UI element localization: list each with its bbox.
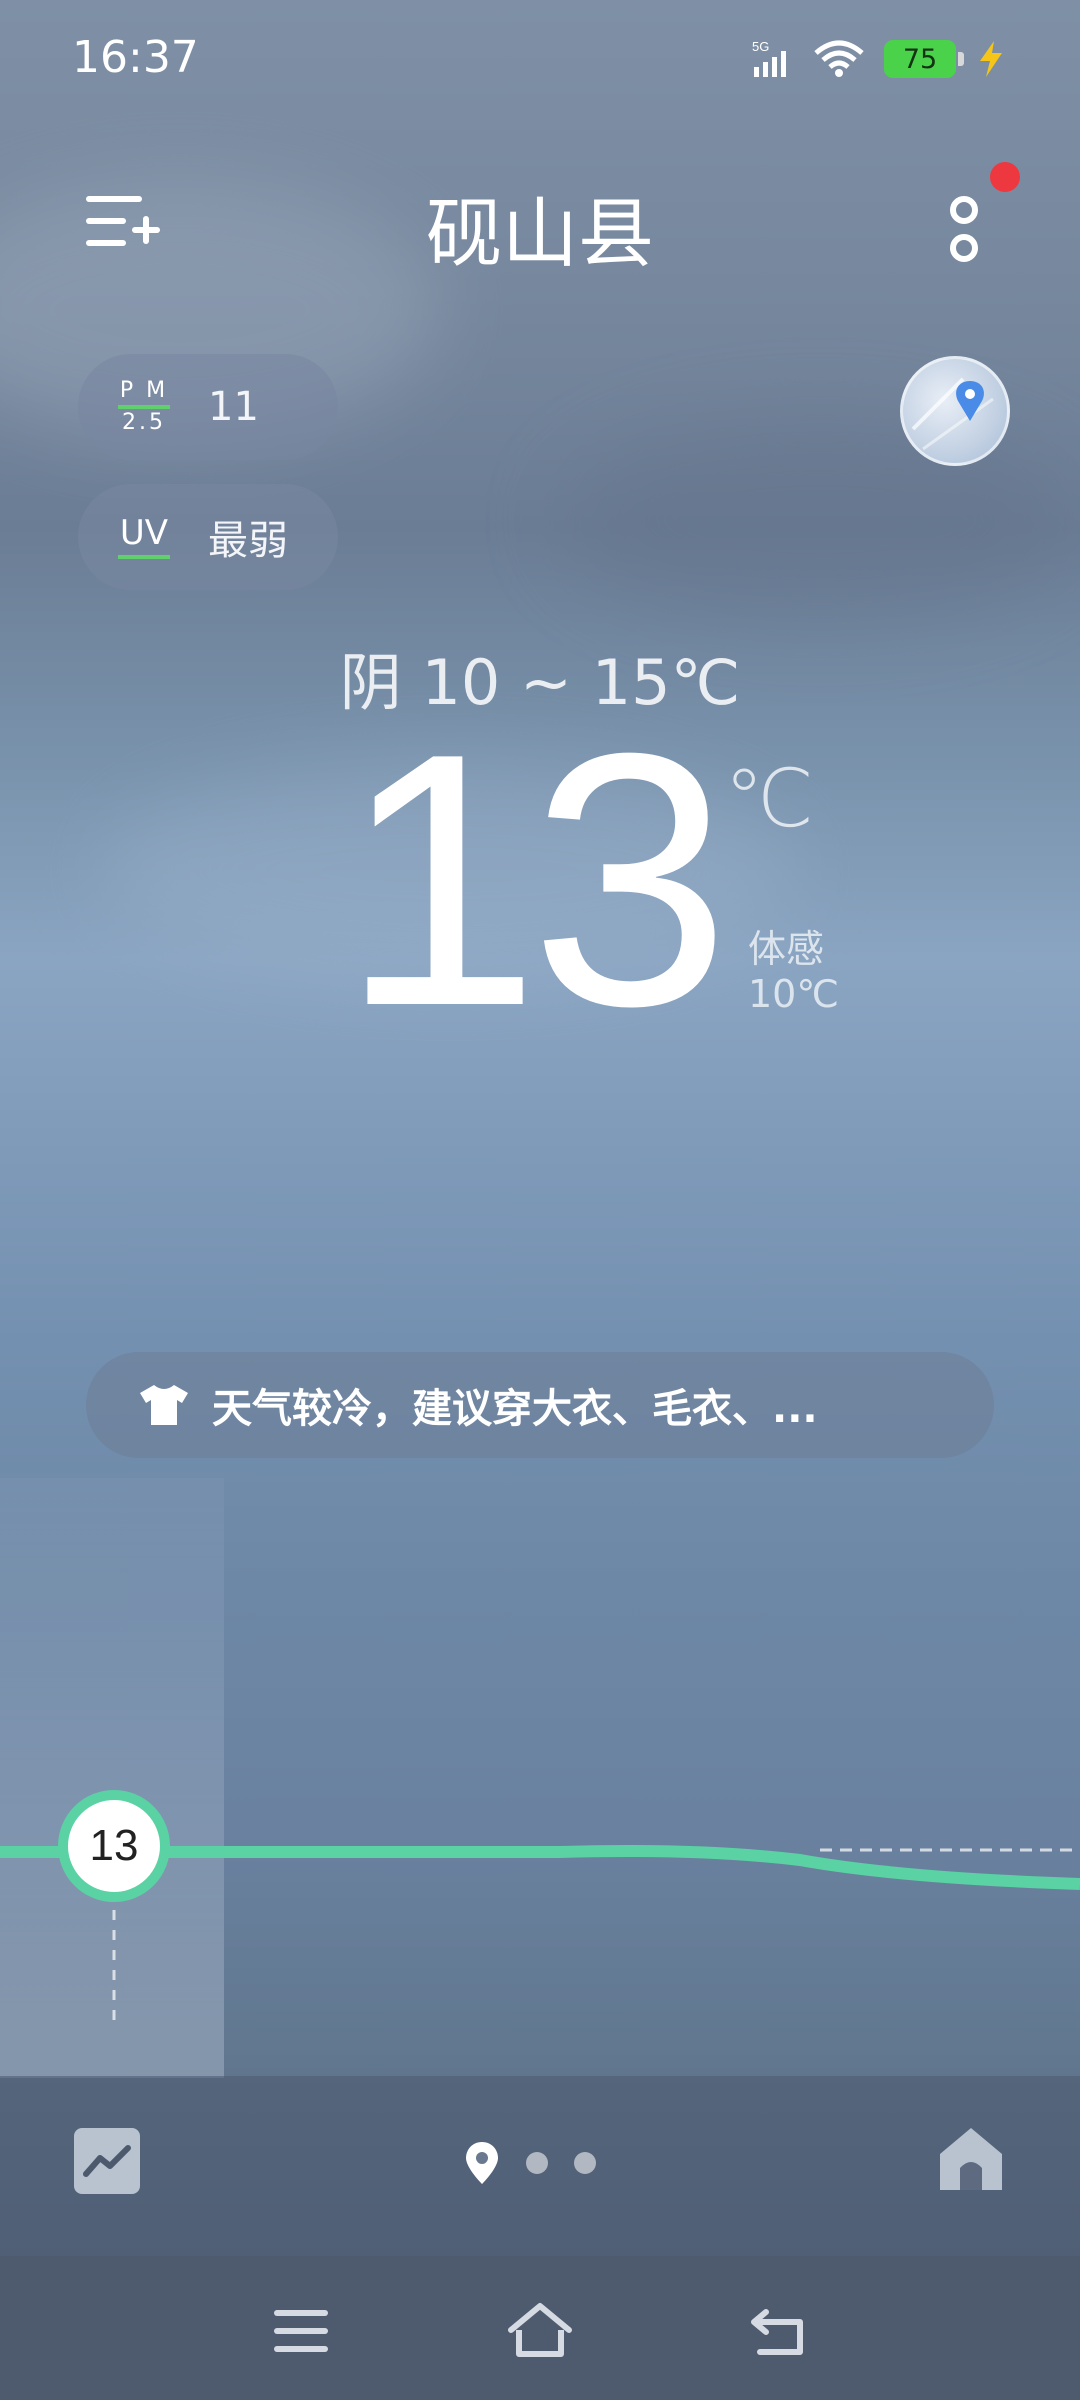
shirt-icon [140,1385,188,1425]
pm25-label-bottom: 2.5 [122,410,166,435]
temperature-unit: ℃ [724,752,814,845]
pm25-pill[interactable]: P M 2.5 11 [78,354,338,460]
bottom-toolbar [0,2076,1080,2256]
battery-percent: 75 [902,43,938,75]
uv-pill[interactable]: UV 最弱 [78,484,338,590]
page-dot[interactable] [526,2152,548,2174]
back-icon[interactable] [744,2296,814,2366]
home-city-icon[interactable] [936,2124,1006,2194]
battery-indicator: 75 [884,40,964,78]
map-button[interactable] [900,356,1010,466]
more-options-icon[interactable] [944,188,984,268]
home-icon[interactable] [505,2296,575,2366]
city-pager[interactable] [464,2140,596,2186]
uv-label: UV [119,513,169,553]
charging-bolt-icon [980,41,1002,77]
current-hour-temp-bubble: 13 [58,1790,170,1902]
clothing-advice-text: 天气较冷，建议穿大衣、毛衣、... [212,1386,818,1432]
wifi-icon [814,40,864,77]
current-temperature: 13 [340,679,730,1081]
feels-like-value: 10℃ [748,972,840,1016]
uv-value: 最弱 [208,518,288,564]
clothing-advice-banner[interactable]: 天气较冷，建议穿大衣、毛衣、... [86,1352,994,1458]
notification-dot [990,162,1020,192]
city-title[interactable]: 砚山县 [0,172,1080,282]
page-dot[interactable] [574,2152,596,2174]
uv-icon: UV [114,513,174,561]
feels-like-label: 体感 [748,927,825,971]
trend-chart-button[interactable] [74,2128,140,2194]
hourly-temperature-chart[interactable] [0,1760,1080,2080]
network-type-label: 5G [752,39,769,54]
map-pin-icon [911,377,994,451]
cloud-decoration [560,420,1080,620]
status-icons: 5G 75 [750,34,1008,84]
recent-apps-icon[interactable] [266,2296,336,2366]
status-bar: 16:37 5G 75 [0,0,1080,120]
header: 砚山县 [0,160,1080,280]
trend-line-icon [83,2145,131,2177]
status-time: 16:37 [72,32,199,83]
location-pin-icon [466,2142,498,2184]
system-navigation-bar [0,2256,1080,2400]
pm25-icon: P M 2.5 [114,379,174,435]
pm25-label-top: P M [119,378,169,403]
cellular-signal-icon: 5G [752,39,786,77]
pm25-value: 11 [208,384,259,430]
